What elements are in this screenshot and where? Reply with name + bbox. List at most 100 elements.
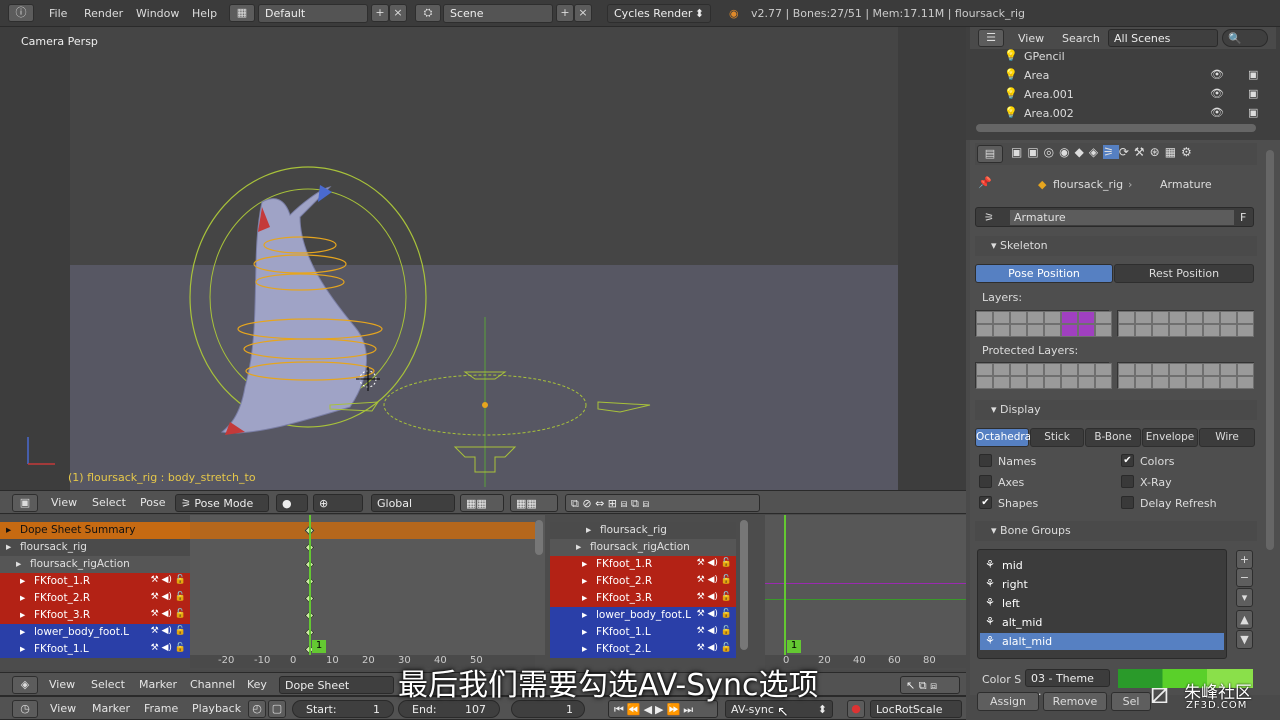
editor-type-outliner-icon[interactable]: ☰ (978, 29, 1004, 47)
nla-scrollbar[interactable] (740, 520, 748, 650)
3d-viewport[interactable]: Camera Persp (1) floursack_rig : body_st… (0, 27, 966, 490)
expand-triangle-icon[interactable]: ▸ (582, 626, 587, 638)
editor-type-properties-icon[interactable]: ▤ (977, 145, 1003, 163)
names-checkbox[interactable] (979, 454, 992, 467)
channel-toggle-icons[interactable]: ⚒ ◀) 🔓 (697, 626, 732, 636)
layout-grid-icon[interactable]: ▦ (229, 4, 255, 22)
pivot-point-dropdown[interactable]: ⊕ (313, 494, 363, 512)
nla-current-frame-line[interactable] (784, 515, 786, 655)
display-type-wire-button[interactable]: Wire (1199, 428, 1255, 447)
ds-menu-channel[interactable]: Channel (190, 678, 235, 691)
outliner-menu-view[interactable]: View (1018, 32, 1044, 45)
expand-triangle-icon[interactable]: ▸ (582, 592, 587, 604)
channel-toggle-icons[interactable]: ⚒ ◀) 🔓 (697, 592, 732, 602)
expand-triangle-icon[interactable]: ▸ (6, 541, 11, 553)
bone-group-item[interactable]: ⚘ mid (980, 557, 1224, 574)
tl-menu-playback[interactable]: Playback (192, 702, 241, 715)
breadcrumb-object[interactable]: floursack_rig (1053, 178, 1123, 191)
channel-row[interactable]: ▸ floursack_rigAction (550, 539, 736, 556)
pin-icon[interactable]: 📌 (978, 176, 992, 189)
viewport-menu-pose[interactable]: Pose (140, 496, 165, 509)
channel-row[interactable]: ▸ FKfoot_1.R ⚒ ◀) 🔓 (0, 573, 190, 590)
outliner-search-field[interactable]: 🔍 (1222, 29, 1268, 47)
scene-field[interactable]: Scene (443, 4, 553, 23)
channel-toggle-icons[interactable]: ⚒ ◀) 🔓 (697, 575, 732, 585)
dope-sheet-mode-dropdown[interactable]: Dope Sheet (279, 676, 394, 694)
menu-file[interactable]: File (49, 7, 67, 20)
remove-button[interactable]: Remove (1043, 692, 1107, 711)
menu-window[interactable]: Window (136, 7, 179, 20)
ds-menu-view[interactable]: View (49, 678, 75, 691)
shapes-checkbox[interactable]: ✔ (979, 496, 992, 509)
ds-menu-key[interactable]: Key (247, 678, 267, 691)
channel-toggle-icons[interactable]: ⚒ ◀) 🔓 (697, 558, 732, 568)
dope-sheet-scrollbar[interactable] (535, 520, 543, 555)
viewport-menu-view[interactable]: View (51, 496, 77, 509)
bone-group-item[interactable]: ⚘ alalt_mid (980, 633, 1224, 650)
select-button[interactable]: Sel (1111, 692, 1151, 711)
bone-group-item[interactable]: ⚘ left (980, 595, 1224, 612)
visibility-eye-icon[interactable]: 👁 (1210, 68, 1224, 81)
outliner-menu-search[interactable]: Search (1062, 32, 1100, 45)
expand-triangle-icon[interactable]: ▸ (20, 626, 25, 638)
keying-set-field[interactable]: LocRotScale (870, 700, 962, 718)
ds-menu-select[interactable]: Select (91, 678, 125, 691)
colors-checkbox[interactable]: ✔ (1121, 454, 1134, 467)
current-frame-line[interactable] (309, 515, 311, 655)
tl-menu-frame[interactable]: Frame (144, 702, 178, 715)
outliner-item[interactable]: 💡 Area.002 👁 ▣ (986, 104, 1266, 122)
color-set-dropdown[interactable]: 03 - Theme ... (1025, 669, 1110, 698)
move-bone-group-down-button[interactable]: ▼ (1236, 630, 1253, 649)
armature-datablock-field[interactable]: ⚞ Armature F (975, 207, 1254, 227)
expand-triangle-icon[interactable]: ▸ (586, 524, 591, 536)
tl-menu-view[interactable]: View (50, 702, 76, 715)
expand-triangle-icon[interactable]: ▸ (582, 558, 587, 570)
outliner-scrollbar[interactable] (976, 124, 1256, 132)
channel-row[interactable]: ▸ FKfoot_2.R ⚒ ◀) 🔓 (550, 573, 736, 590)
channel-row[interactable]: ▸ FKfoot_3.R ⚒ ◀) 🔓 (550, 590, 736, 607)
transform-orientation-dropdown[interactable]: Global (371, 494, 455, 512)
expand-triangle-icon[interactable]: ▸ (582, 575, 587, 587)
channel-row[interactable]: ▸ FKfoot_3.R ⚒ ◀) 🔓 (0, 607, 190, 624)
breadcrumb-data[interactable]: Armature (1160, 178, 1212, 191)
outliner[interactable]: ☰ View Search All Scenes 🔍 💡 GPencil 💡 Area… (966, 27, 1280, 140)
channel-row[interactable]: ▸ FKfoot_2.L ⚒ ◀) 🔓 (550, 641, 736, 658)
outliner-item[interactable]: 💡 Area.001 👁 ▣ (986, 85, 1266, 103)
add-scene-icon[interactable]: + (556, 4, 574, 22)
render-engine-dropdown[interactable]: Cycles Render ⬍ (607, 4, 711, 23)
bone-layers-grid-b[interactable] (1117, 310, 1254, 337)
menu-render[interactable]: Render (84, 7, 123, 20)
channel-toggle-icons[interactable]: ⚒ ◀) 🔓 (697, 643, 732, 653)
properties-scrollbar[interactable] (1266, 150, 1274, 550)
protected-layers-grid-b[interactable] (1117, 362, 1254, 389)
channel-row[interactable]: ▸ FKfoot_1.R ⚒ ◀) 🔓 (550, 556, 736, 573)
armature-rig-drawing[interactable] (0, 27, 966, 490)
expand-triangle-icon[interactable]: ▸ (20, 575, 25, 587)
animation-editor[interactable]: ▸ floursack_rig ▸ floursack_rigAction ▸ FK… (550, 515, 966, 670)
outliner-display-dropdown[interactable]: All Scenes (1108, 29, 1218, 47)
render-camera-icon[interactable]: ▣ (1248, 106, 1258, 119)
bone-group-item[interactable]: ⚘ alt_mid (980, 614, 1224, 631)
channel-toggle-icons[interactable]: ⚒ ◀) 🔓 (151, 626, 186, 636)
editor-type-dopesheet-icon[interactable]: ◈ (12, 676, 38, 694)
xray-checkbox[interactable] (1121, 475, 1134, 488)
channel-toggle-icons[interactable]: ⚒ ◀) 🔓 (151, 575, 186, 585)
start-frame-field[interactable]: Start: 1 (292, 700, 394, 718)
tl-menu-marker[interactable]: Marker (92, 702, 130, 715)
channel-toggle-icons[interactable]: ⚒ ◀) 🔓 (697, 609, 732, 619)
delay-refresh-checkbox[interactable] (1121, 496, 1134, 509)
remove-scene-icon[interactable]: × (574, 4, 592, 22)
fake-user-toggle[interactable]: F (1240, 211, 1246, 224)
bone-group-item[interactable]: ⚘ right (980, 576, 1224, 593)
pose-position-button[interactable]: Pose Position (975, 264, 1113, 283)
add-layout-icon[interactable]: + (371, 4, 389, 22)
display-panel-header[interactable]: ▾ Display (975, 400, 1257, 420)
rest-position-button[interactable]: Rest Position (1114, 264, 1254, 283)
dope-sheet-editor[interactable]: ▸ Dope Sheet Summary ▸ floursack_rig ▸ flo… (0, 515, 550, 670)
ds-menu-marker[interactable]: Marker (139, 678, 177, 691)
channel-row[interactable]: ▸ floursack_rig (0, 539, 190, 556)
channel-toggle-icons[interactable]: ⚒ ◀) 🔓 (151, 643, 186, 653)
expand-triangle-icon[interactable]: ▸ (20, 643, 25, 655)
expand-triangle-icon[interactable]: ▸ (16, 558, 21, 570)
assign-button[interactable]: Assign (977, 692, 1039, 711)
